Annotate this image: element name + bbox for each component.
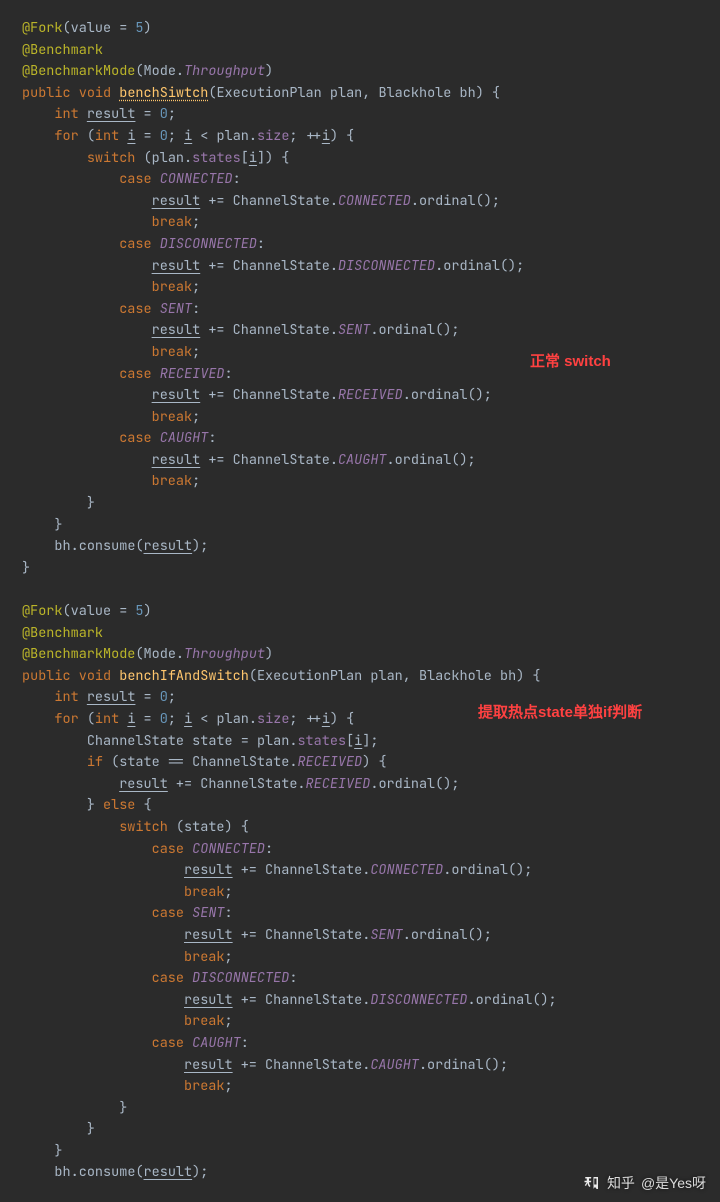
- method-benchswitch: benchSiwtch: [119, 84, 208, 102]
- code-block: @Fork(value = 5) @Benchmark @BenchmarkMo…: [22, 18, 702, 1184]
- annotation-hotpath-if: 提取热点state单独if判断: [478, 702, 708, 723]
- annotation-benchmode: @BenchmarkMode: [22, 62, 135, 80]
- annotation-fork: @Fork: [22, 19, 63, 37]
- annotation-normal-switch: 正常 switch: [530, 350, 611, 374]
- method-benchifswitch: benchIfAndSwitch: [119, 667, 249, 685]
- zhihu-icon: [583, 1174, 601, 1192]
- watermark: 知乎 @是Yes呀: [583, 1172, 706, 1194]
- annotation-benchmark: @Benchmark: [22, 41, 103, 59]
